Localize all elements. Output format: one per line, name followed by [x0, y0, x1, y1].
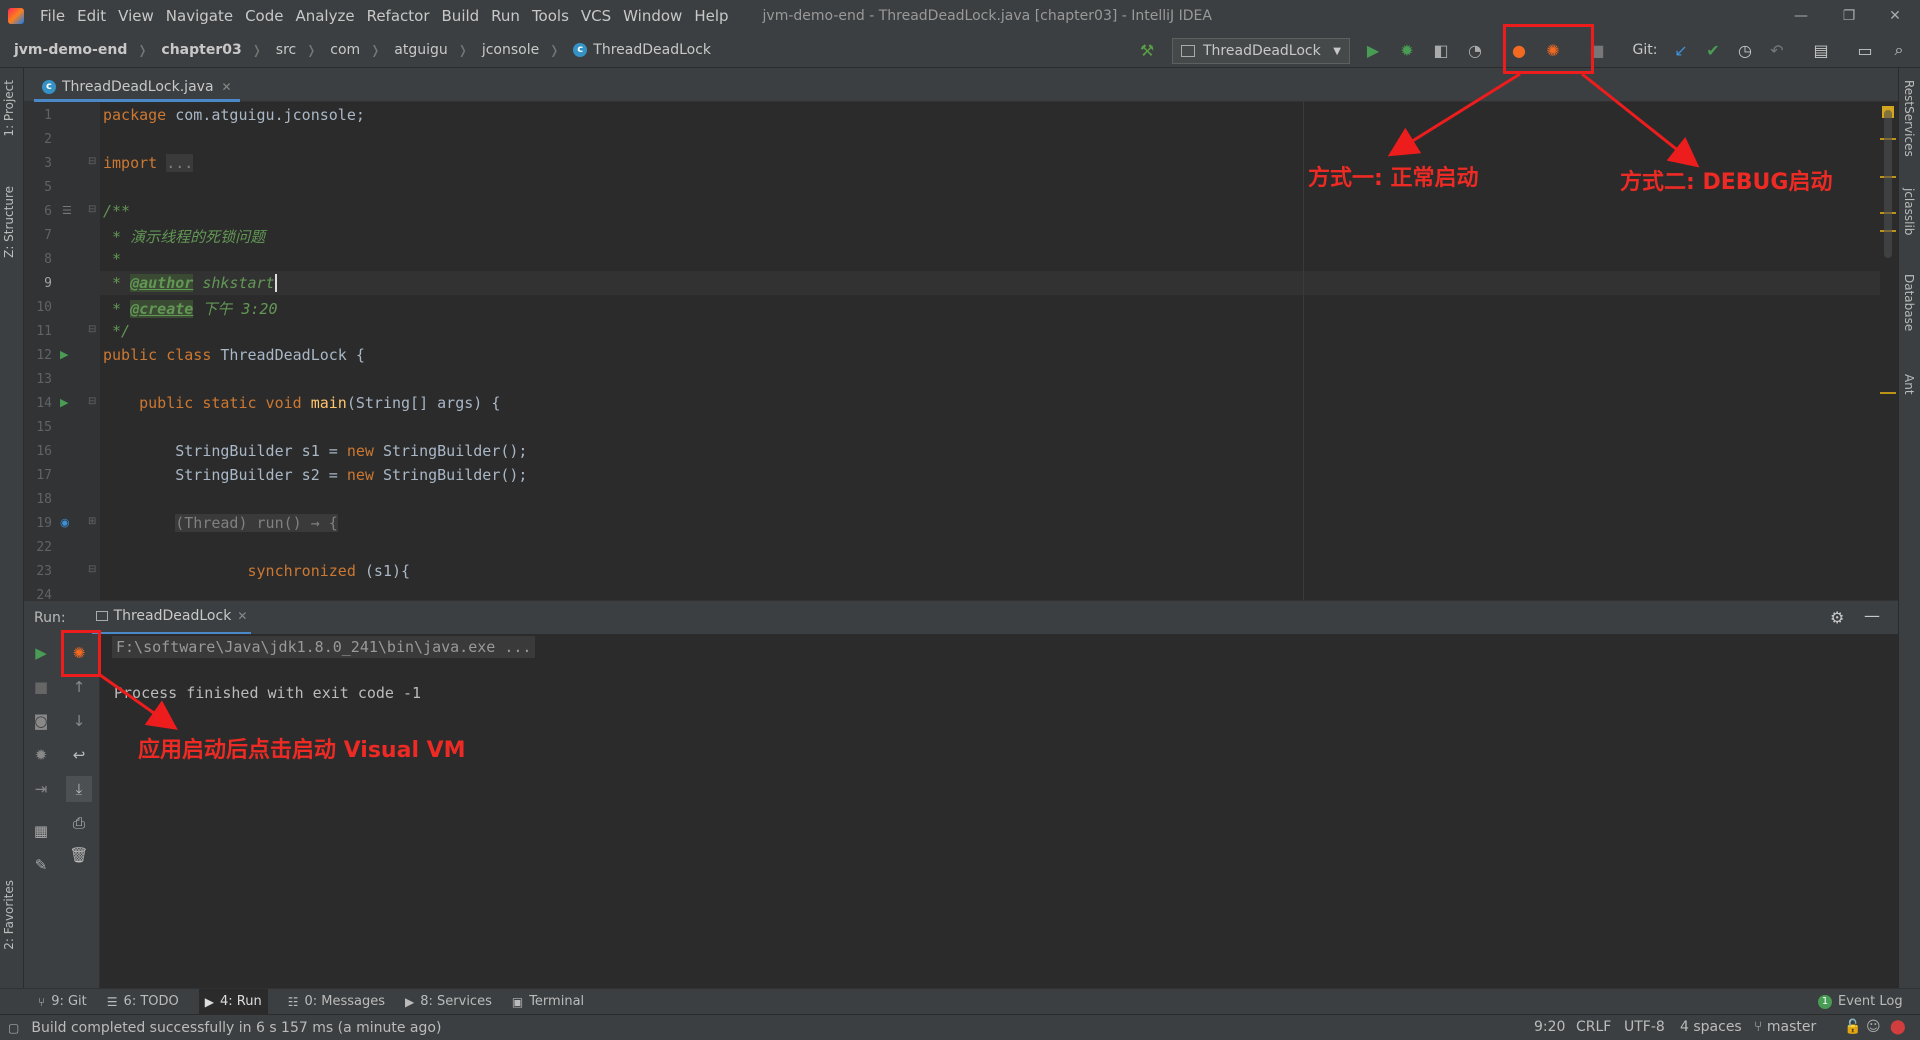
annotation-method2: 方式二: DEBUG启动: [1620, 170, 1833, 195]
arrow-method1: [1387, 72, 1521, 157]
annotation-visualvm: 应用启动后点击启动 Visual VM: [138, 738, 466, 763]
arrow-method2: [1581, 72, 1700, 168]
annotation-method1: 方式一: 正常启动: [1308, 166, 1479, 191]
annotation-arrows: [99, 72, 1700, 730]
arrow-visualvm: [99, 673, 178, 730]
